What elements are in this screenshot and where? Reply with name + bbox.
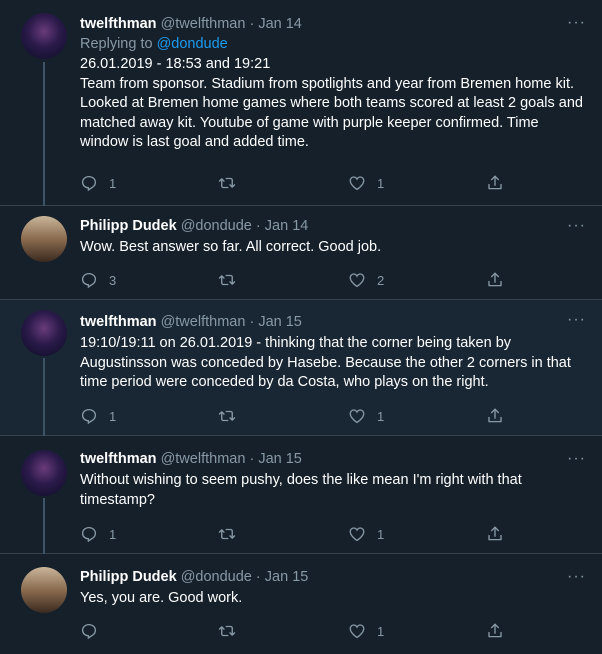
action-bar: 3 2 bbox=[80, 270, 510, 290]
reply-button[interactable]: 1 bbox=[80, 173, 116, 193]
like-count: 2 bbox=[377, 272, 385, 288]
thread-line bbox=[43, 358, 45, 436]
timestamp[interactable]: Jan 14 bbox=[258, 16, 302, 32]
thread-line bbox=[43, 62, 45, 206]
like-button[interactable]: 2 bbox=[348, 270, 384, 290]
like-count: 1 bbox=[377, 526, 385, 542]
share-button[interactable] bbox=[486, 173, 504, 193]
tweet-text-line: 26.01.2019 - 18:53 and 19:21 bbox=[80, 56, 271, 72]
display-name[interactable]: Philipp Dudek bbox=[80, 218, 177, 234]
tweet-header: Philipp Dudek @dondude · Jan 14 bbox=[80, 218, 309, 234]
retweet-button[interactable] bbox=[218, 406, 247, 426]
reply-icon bbox=[80, 407, 98, 425]
heart-icon bbox=[348, 407, 366, 425]
display-name[interactable]: Philipp Dudek bbox=[80, 569, 177, 585]
user-handle[interactable]: @dondude bbox=[181, 218, 252, 234]
share-icon bbox=[486, 525, 504, 543]
retweet-icon bbox=[218, 271, 236, 289]
retweet-button[interactable] bbox=[218, 621, 247, 641]
tweet-text: Wow. Best answer so far. All correct. Go… bbox=[80, 239, 382, 255]
tweet-5[interactable]: ··· Philipp Dudek @dondude · Jan 15 Yes,… bbox=[0, 554, 602, 654]
share-icon bbox=[486, 622, 504, 640]
reply-icon bbox=[80, 271, 98, 289]
avatar[interactable] bbox=[21, 216, 67, 262]
reply-button[interactable]: 3 bbox=[80, 270, 116, 290]
heart-icon bbox=[348, 622, 366, 640]
share-button[interactable] bbox=[486, 270, 504, 290]
avatar[interactable] bbox=[21, 310, 67, 356]
reply-icon bbox=[80, 622, 98, 640]
timestamp[interactable]: Jan 15 bbox=[265, 569, 309, 585]
heart-icon bbox=[348, 525, 366, 543]
tweet-header: twelfthman @twelfthman · Jan 14 bbox=[80, 16, 302, 32]
display-name[interactable]: twelfthman bbox=[80, 16, 157, 32]
retweet-button[interactable] bbox=[218, 524, 247, 544]
retweet-button[interactable] bbox=[218, 270, 247, 290]
tweet-text: 19:10/19:11 on 26.01.2019 - thinking tha… bbox=[80, 335, 571, 390]
retweet-button[interactable] bbox=[218, 173, 247, 193]
timestamp[interactable]: Jan 15 bbox=[258, 314, 302, 330]
like-button[interactable]: 1 bbox=[348, 406, 384, 426]
heart-icon bbox=[348, 174, 366, 192]
reply-button[interactable] bbox=[80, 621, 109, 641]
display-name[interactable]: twelfthman bbox=[80, 451, 157, 467]
like-button[interactable]: 1 bbox=[348, 173, 384, 193]
share-button[interactable] bbox=[486, 406, 504, 426]
tweet-text: Team from sponsor. Stadium from spotligh… bbox=[80, 75, 583, 151]
like-button[interactable]: 1 bbox=[348, 524, 384, 544]
timestamp[interactable]: Jan 14 bbox=[265, 218, 309, 234]
share-icon bbox=[486, 271, 504, 289]
user-handle[interactable]: @twelfthman bbox=[161, 451, 246, 467]
avatar[interactable] bbox=[21, 450, 67, 496]
action-bar: 1 1 bbox=[80, 524, 510, 544]
action-bar: 1 bbox=[80, 621, 510, 641]
like-count: 1 bbox=[377, 408, 385, 424]
share-icon bbox=[486, 174, 504, 192]
reply-count: 1 bbox=[109, 408, 117, 424]
thread-line bbox=[43, 498, 45, 554]
retweet-icon bbox=[218, 174, 236, 192]
reply-count: 1 bbox=[109, 526, 117, 542]
user-handle[interactable]: @twelfthman bbox=[161, 16, 246, 32]
like-count: 1 bbox=[377, 175, 385, 191]
reply-icon bbox=[80, 174, 98, 192]
reply-count: 3 bbox=[109, 272, 117, 288]
user-handle[interactable]: @dondude bbox=[181, 569, 252, 585]
mention-link[interactable]: @dondude bbox=[157, 36, 228, 52]
tweet-header: Philipp Dudek @dondude · Jan 15 bbox=[80, 569, 309, 585]
timestamp[interactable]: Jan 15 bbox=[258, 451, 302, 467]
tweet-1[interactable]: ··· twelfthman @twelfthman · Jan 14 Repl… bbox=[0, 0, 602, 206]
retweet-icon bbox=[218, 622, 236, 640]
reply-icon bbox=[80, 525, 98, 543]
share-button[interactable] bbox=[486, 524, 504, 544]
reply-count: 1 bbox=[109, 175, 117, 191]
tweet-header: twelfthman @twelfthman · Jan 15 bbox=[80, 314, 302, 330]
tweet-header: twelfthman @twelfthman · Jan 15 bbox=[80, 451, 302, 467]
action-bar: 1 1 bbox=[80, 173, 510, 193]
retweet-icon bbox=[218, 407, 236, 425]
tweet-text: Without wishing to seem pushy, does the … bbox=[80, 472, 522, 508]
display-name[interactable]: twelfthman bbox=[80, 314, 157, 330]
retweet-icon bbox=[218, 525, 236, 543]
like-button[interactable]: 1 bbox=[348, 621, 384, 641]
heart-icon bbox=[348, 271, 366, 289]
share-button[interactable] bbox=[486, 621, 504, 641]
share-icon bbox=[486, 407, 504, 425]
tweet-2[interactable]: ··· Philipp Dudek @dondude · Jan 14 Wow.… bbox=[0, 206, 602, 300]
reply-button[interactable]: 1 bbox=[80, 524, 116, 544]
tweet-3[interactable]: ··· twelfthman @twelfthman · Jan 15 19:1… bbox=[0, 300, 602, 436]
reply-button[interactable]: 1 bbox=[80, 406, 116, 426]
avatar[interactable] bbox=[21, 13, 67, 59]
tweet-4[interactable]: ··· twelfthman @twelfthman · Jan 15 With… bbox=[0, 436, 602, 554]
action-bar: 1 1 bbox=[80, 406, 510, 426]
user-handle[interactable]: @twelfthman bbox=[161, 314, 246, 330]
tweet-text: Yes, you are. Good work. bbox=[80, 590, 243, 606]
avatar[interactable] bbox=[21, 567, 67, 613]
like-count: 1 bbox=[377, 623, 385, 639]
replying-to: Replying to @dondude bbox=[80, 36, 228, 52]
